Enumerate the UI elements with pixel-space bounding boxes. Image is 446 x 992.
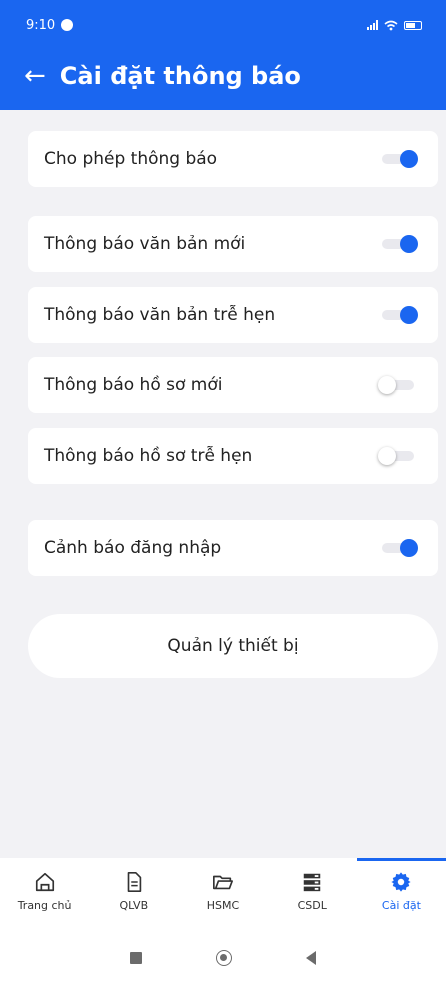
- page-title: Cài đặt thông báo: [59, 62, 301, 90]
- toggle-switch[interactable]: [378, 374, 418, 396]
- setting-label: Cảnh báo đăng nhập: [44, 538, 222, 558]
- database-icon: [303, 873, 321, 891]
- toggle-switch[interactable]: [378, 233, 418, 255]
- nav-item-hsmc[interactable]: HSMC: [178, 858, 267, 924]
- wifi-icon: [384, 20, 398, 30]
- setting-label: Cho phép thông báo: [44, 149, 218, 169]
- nav-label: HSMC: [206, 898, 240, 912]
- setting-late-documents[interactable]: Thông báo văn bản trễ hẹn: [28, 287, 438, 343]
- folder-icon: [213, 875, 233, 889]
- recent-apps-icon[interactable]: [130, 952, 142, 964]
- battery-icon: [404, 20, 422, 30]
- gear-icon: [391, 871, 412, 892]
- toggle-switch[interactable]: [378, 148, 418, 170]
- setting-login-alert[interactable]: Cảnh báo đăng nhập: [28, 520, 438, 576]
- nav-item-qlvb[interactable]: QLVB: [89, 858, 178, 924]
- back-triangle-icon[interactable]: [306, 951, 316, 965]
- system-nav-bar: [0, 924, 446, 992]
- signal-icon: [367, 20, 378, 30]
- setting-label: Thông báo hồ sơ trễ hẹn: [44, 446, 253, 466]
- nav-label: Trang chủ: [17, 898, 72, 912]
- status-time: 9:10: [26, 17, 56, 33]
- home-icon: [35, 872, 54, 891]
- nav-item-settings[interactable]: Cài đặt: [356, 858, 446, 924]
- bottom-nav: Trang chủ QLVB HSMC CSDL Cài đặt: [0, 858, 446, 924]
- nav-label: QLVB: [119, 898, 149, 912]
- nav-label: CSDL: [297, 898, 327, 912]
- setting-allow-notifications[interactable]: Cho phép thông báo: [28, 131, 438, 187]
- manage-devices-button[interactable]: Quản lý thiết bị: [28, 614, 438, 678]
- setting-late-records[interactable]: Thông báo hồ sơ trễ hẹn: [28, 428, 438, 484]
- app-header: 9:10 ← Cài đặt thông báo: [0, 0, 446, 110]
- document-icon: [127, 871, 142, 892]
- toggle-switch[interactable]: [378, 445, 418, 467]
- status-bar: 9:10: [26, 14, 422, 36]
- nav-label: Cài đặt: [381, 898, 421, 912]
- setting-new-documents[interactable]: Thông báo văn bản mới: [28, 216, 438, 272]
- home-button-icon[interactable]: [216, 950, 232, 966]
- toggle-switch[interactable]: [378, 537, 418, 559]
- setting-label: Thông báo văn bản mới: [44, 234, 246, 254]
- setting-new-records[interactable]: Thông báo hồ sơ mới: [28, 357, 438, 413]
- setting-label: Thông báo hồ sơ mới: [44, 375, 223, 395]
- toggle-switch[interactable]: [378, 304, 418, 326]
- notification-icon: [61, 19, 74, 31]
- nav-item-csdl[interactable]: CSDL: [268, 858, 357, 924]
- nav-item-home[interactable]: Trang chủ: [0, 858, 89, 924]
- setting-label: Thông báo văn bản trễ hẹn: [44, 305, 276, 325]
- back-arrow-icon[interactable]: ←: [24, 63, 46, 89]
